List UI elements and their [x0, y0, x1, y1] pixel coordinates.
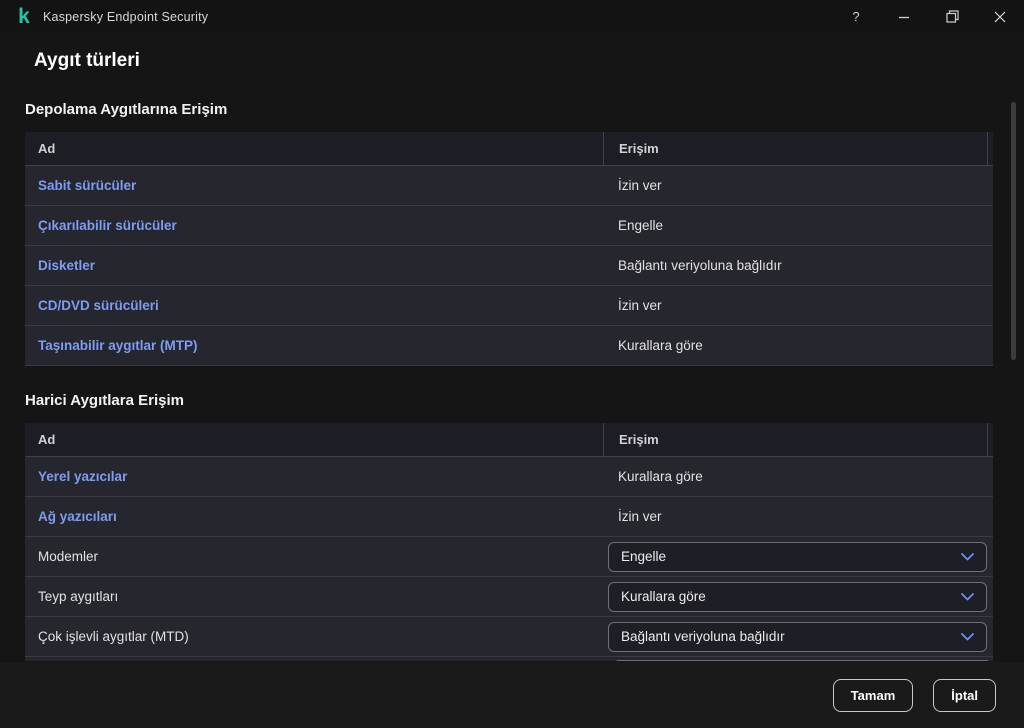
column-header-sliver: [987, 132, 993, 165]
close-icon: [994, 11, 1006, 22]
access-cell: Kurallara göre: [603, 581, 993, 612]
table-row: Çıkarılabilir sürücüler Engelle: [25, 206, 993, 246]
device-table: Ad Erişim Yerel yazıcılar Kurallara göre Ağ …: [25, 423, 993, 661]
table-row: Sabit sürücüler İzin ver: [25, 166, 993, 206]
access-cell: Engelle: [603, 218, 993, 233]
access-value: İzin ver: [618, 298, 662, 313]
section-heading: Depolama Aygıtlarına Erişim: [25, 101, 228, 118]
chevron-down-icon: [961, 632, 974, 641]
device-name-label: Çok işlevli aygıtlar (MTD): [38, 629, 189, 644]
title-bar: k Kaspersky Endpoint Security ?: [0, 0, 1024, 33]
minimize-button[interactable]: [880, 0, 928, 33]
help-icon: ?: [852, 9, 860, 24]
access-dropdown-value: Kurallara göre: [621, 589, 706, 604]
device-name-cell: Yerel yazıcılar: [25, 469, 603, 484]
device-name-link[interactable]: Çıkarılabilir sürücüler: [38, 218, 177, 233]
restore-icon: [945, 10, 959, 23]
device-name-cell: Sabit sürücüler: [25, 178, 603, 193]
footer-buttons: Tamam İptal: [832, 679, 996, 712]
access-dropdown[interactable]: Engelle: [608, 541, 987, 572]
device-name-link[interactable]: Yerel yazıcılar: [38, 469, 127, 484]
access-cell: Bağlantı veriyoluna bağlıdır: [603, 621, 993, 652]
device-name-cell: Ağ yazıcıları: [25, 509, 603, 524]
access-cell: Engelle: [603, 541, 993, 572]
device-name-link[interactable]: Ağ yazıcıları: [38, 509, 117, 524]
access-cell: İzin ver: [603, 509, 993, 524]
device-name-label: Teyp aygıtları: [38, 589, 119, 604]
device-name-cell: Teyp aygıtları: [25, 589, 603, 604]
access-dropdown[interactable]: Bağlantı veriyoluna bağlıdır: [608, 621, 987, 652]
close-button[interactable]: [976, 0, 1024, 33]
access-value: İzin ver: [618, 509, 662, 524]
table-row: Yerel yazıcılar Kurallara göre: [25, 457, 993, 497]
chevron-down-icon: [961, 592, 974, 601]
access-value: Bağlantı veriyoluna bağlıdır: [618, 258, 782, 273]
column-header-access: Erişim: [603, 132, 987, 165]
table-header-row: Ad Erişim: [25, 132, 993, 166]
device-name-cell: Taşınabilir aygıtlar (MTP): [25, 338, 603, 353]
window-controls: ?: [832, 0, 1024, 33]
access-cell: İzin ver: [603, 178, 993, 193]
table-row: Taşınabilir aygıtlar (MTP) Kurallara göre: [25, 326, 993, 366]
table-row: Çok işlevli aygıtlar (MTD) Bağlantı veriy…: [25, 617, 993, 657]
device-name-link[interactable]: CD/DVD sürücüleri: [38, 298, 159, 313]
access-value: Kurallara göre: [618, 469, 703, 484]
clipped-access-dropdown: [613, 660, 992, 661]
column-header-access: Erişim: [603, 423, 987, 456]
footer-bar: Tamam İptal: [0, 662, 1024, 728]
chevron-down-icon: [961, 552, 974, 561]
device-name-cell: CD/DVD sürücüleri: [25, 298, 603, 313]
device-name-label: Modemler: [38, 549, 99, 564]
device-name-link[interactable]: Disketler: [38, 258, 95, 273]
table-header-row: Ad Erişim: [25, 423, 993, 457]
table-row: Ağ yazıcıları İzin ver: [25, 497, 993, 537]
kaspersky-logo-icon: k: [18, 4, 30, 28]
column-header-sliver: [987, 423, 993, 456]
access-value: Engelle: [618, 218, 664, 233]
access-value: Kurallara göre: [618, 338, 703, 353]
device-table: Ad Erişim Sabit sürücüler İzin ver Çıkarılab…: [25, 132, 993, 366]
device-name-link[interactable]: Taşınabilir aygıtlar (MTP): [38, 338, 198, 353]
access-value: İzin ver: [618, 178, 662, 193]
access-cell: Bağlantı veriyoluna bağlıdır: [603, 258, 993, 273]
device-name-cell: Disketler: [25, 258, 603, 273]
ok-button[interactable]: Tamam: [832, 679, 914, 712]
access-dropdown[interactable]: Kurallara göre: [608, 581, 987, 612]
device-name-cell: Modemler: [25, 549, 603, 564]
column-header-name: Ad: [38, 141, 56, 156]
restore-button[interactable]: [928, 0, 976, 33]
table-row: CD/DVD sürücüleri İzin ver: [25, 286, 993, 326]
access-dropdown-value: Engelle: [621, 549, 667, 564]
column-header-name: Ad: [38, 432, 56, 447]
minimize-icon: [899, 16, 909, 18]
device-name-cell: Çok işlevli aygıtlar (MTD): [25, 629, 603, 644]
device-sections: Depolama Aygıtlarına Erişim Ad Erişim Sabit…: [0, 101, 1024, 661]
table-row: Disketler Bağlantı veriyoluna bağlıdır: [25, 246, 993, 286]
app-title: Kaspersky Endpoint Security: [43, 9, 209, 24]
cancel-button[interactable]: İptal: [933, 679, 996, 712]
page-title: Aygıt türleri: [34, 50, 140, 71]
access-dropdown-value: Bağlantı veriyoluna bağlıdır: [621, 629, 785, 644]
access-cell: İzin ver: [603, 298, 993, 313]
clipped-table-row: [25, 657, 993, 661]
section-heading: Harici Aygıtlara Erişim: [25, 392, 184, 409]
device-name-cell: Çıkarılabilir sürücüler: [25, 218, 603, 233]
table-row: Teyp aygıtları Kurallara göre: [25, 577, 993, 617]
access-cell: Kurallara göre: [603, 338, 993, 353]
table-row: Modemler Engelle: [25, 537, 993, 577]
access-cell: Kurallara göre: [603, 469, 993, 484]
device-name-link[interactable]: Sabit sürücüler: [38, 178, 136, 193]
help-button[interactable]: ?: [832, 0, 880, 33]
vertical-scrollbar-thumb[interactable]: [1011, 102, 1016, 360]
